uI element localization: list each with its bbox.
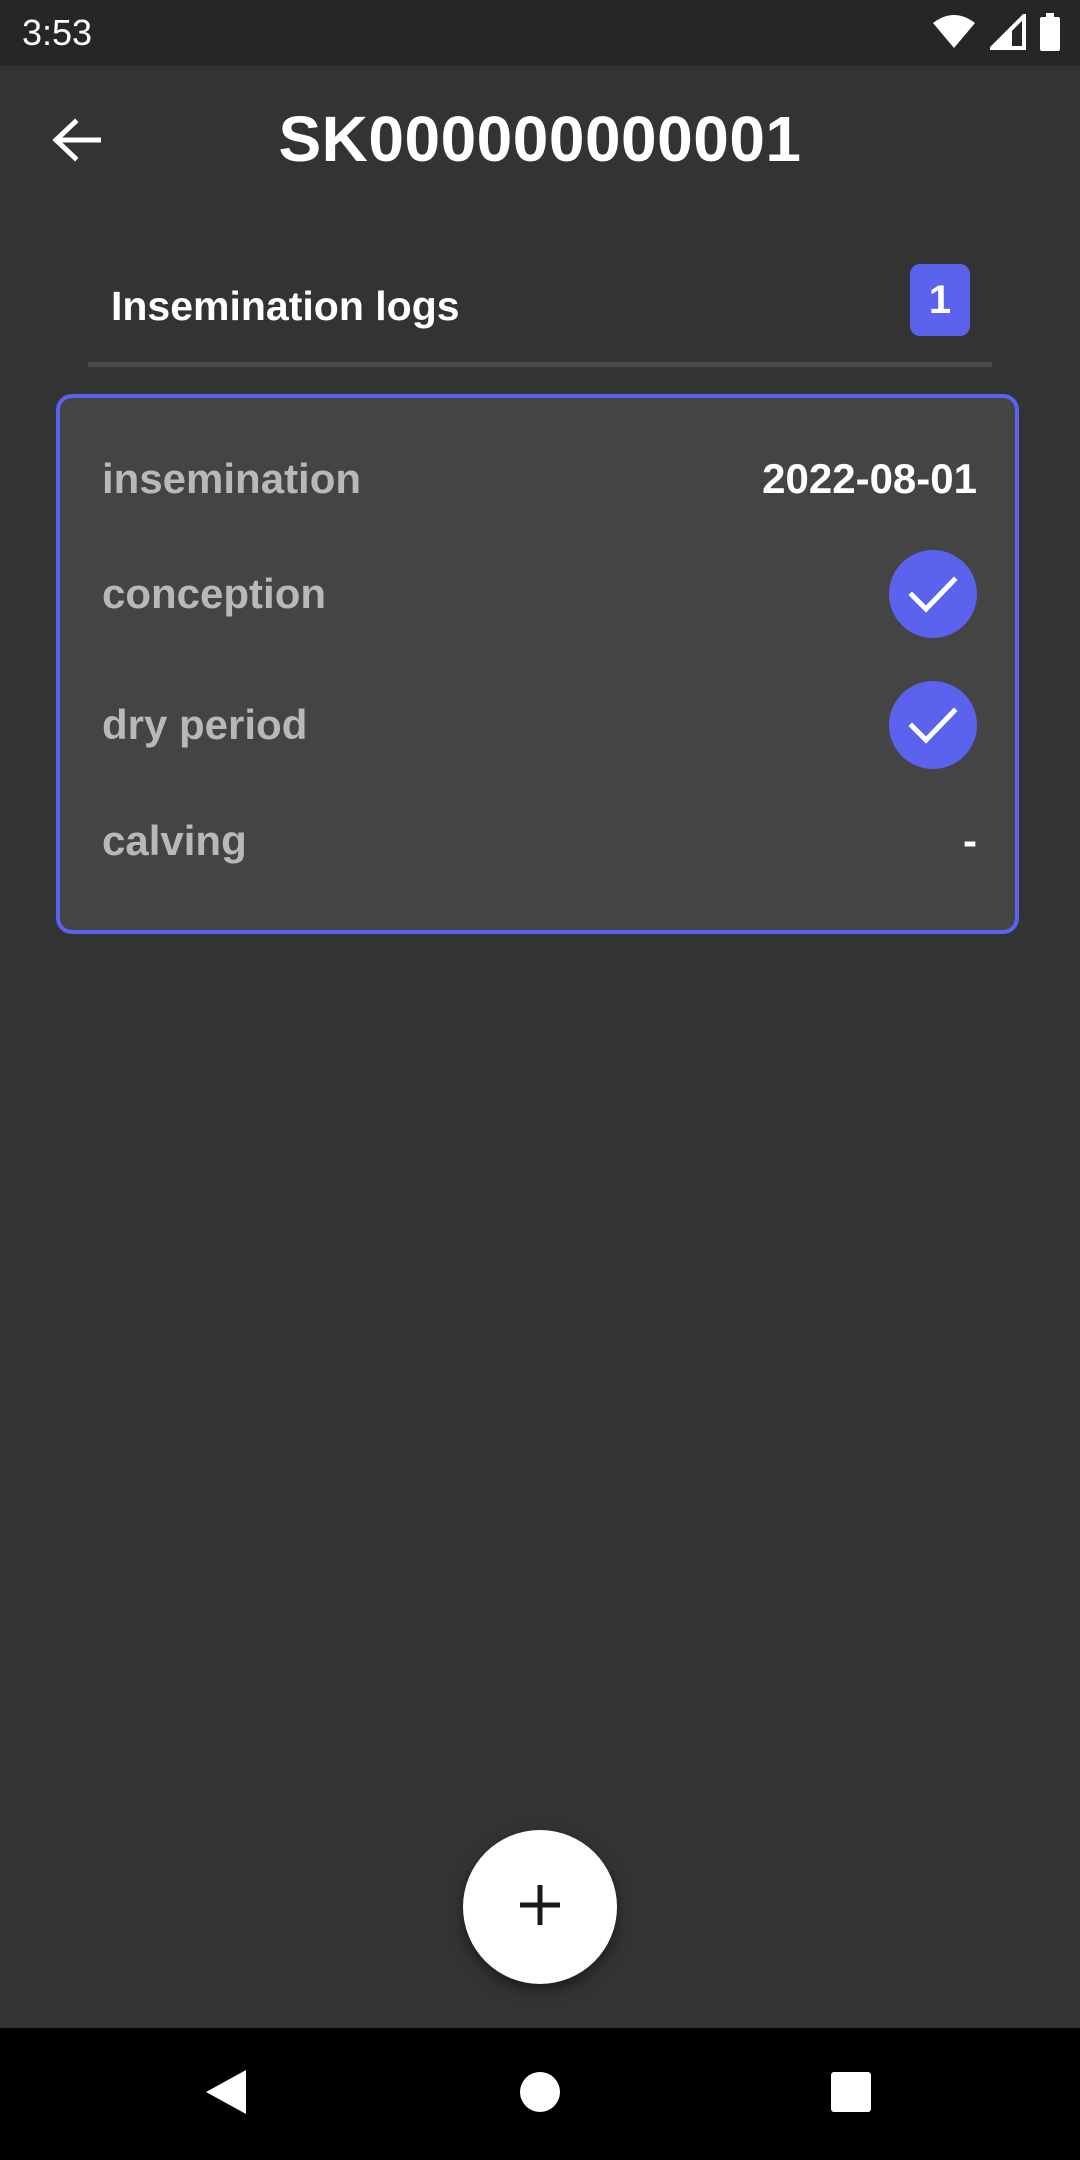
row-label: calving xyxy=(102,817,247,864)
count-badge: 1 xyxy=(910,264,970,336)
status-time: 3:53 xyxy=(22,12,93,53)
status-bar: 3:53 xyxy=(0,0,1080,66)
log-row-insemination: insemination 2022-08-01 xyxy=(102,434,977,524)
row-label: dry period xyxy=(102,701,308,748)
plus-icon xyxy=(518,1883,562,1932)
home-circle-icon xyxy=(519,2071,561,2118)
system-nav-bar xyxy=(0,2028,1080,2160)
log-row-dry-period: dry period xyxy=(102,680,977,770)
recents-square-icon xyxy=(830,2071,872,2118)
battery-icon xyxy=(1040,12,1060,56)
app-screen: 3:53 SK000000000001 Insemination logs 1 … xyxy=(0,0,1080,2160)
nav-home-button[interactable] xyxy=(510,2064,570,2124)
row-label: insemination xyxy=(102,455,362,502)
status-icons xyxy=(932,10,1060,56)
wifi-icon xyxy=(932,14,976,54)
conception-check-icon xyxy=(889,550,977,638)
app-bar: SK000000000001 xyxy=(0,66,1080,216)
page-title: SK000000000001 xyxy=(278,103,802,175)
section-header: Insemination logs 1 xyxy=(88,256,992,367)
section-title: Insemination logs xyxy=(111,283,460,329)
nav-back-button[interactable] xyxy=(196,2064,256,2124)
back-triangle-icon xyxy=(204,2068,248,2121)
cellular-signal-icon xyxy=(987,10,1026,55)
dry-period-check-icon xyxy=(889,681,977,769)
insemination-log-card[interactable]: insemination 2022-08-01 conception dry p… xyxy=(56,394,1019,934)
log-row-calving: calving - xyxy=(102,796,977,886)
nav-recents-button[interactable] xyxy=(821,2064,881,2124)
row-label: conception xyxy=(102,570,327,617)
insemination-date: 2022-08-01 xyxy=(762,455,977,502)
log-row-conception: conception xyxy=(102,549,977,639)
add-log-button[interactable] xyxy=(463,1830,617,1984)
calving-value: - xyxy=(963,817,977,864)
